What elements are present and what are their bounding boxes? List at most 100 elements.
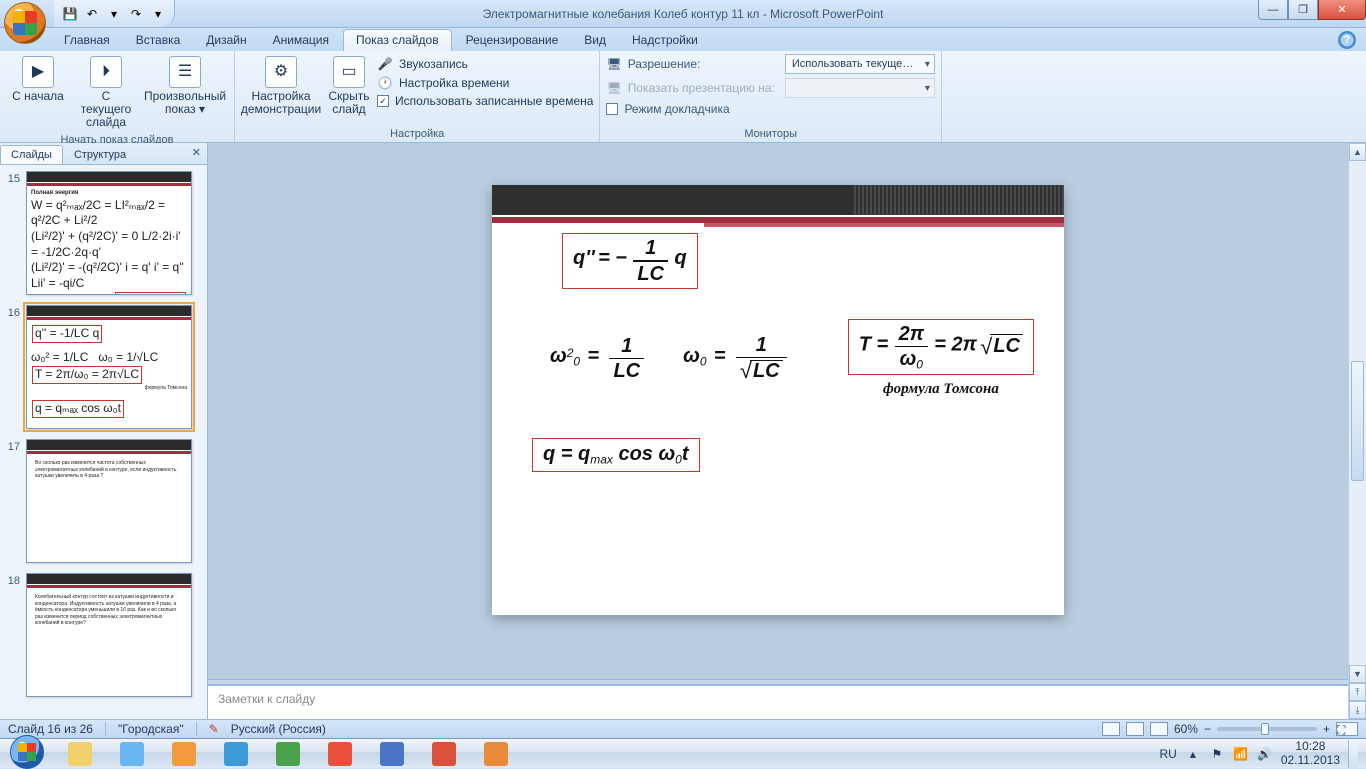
tab-addins[interactable]: Надстройки: [620, 30, 710, 51]
checkbox-icon[interactable]: [606, 103, 618, 115]
language-label[interactable]: Русский (Россия): [231, 722, 326, 736]
record-narration-button[interactable]: 🎤 Звукозапись: [377, 56, 593, 72]
tab-animation[interactable]: Анимация: [261, 30, 341, 51]
taskbar-app[interactable]: [367, 740, 417, 768]
zoom-knob[interactable]: [1261, 723, 1269, 735]
slide-number: 16: [2, 305, 20, 429]
vertical-scrollbar[interactable]: ▲ ▼ ⤒ ⤓: [1348, 143, 1366, 719]
undo-icon[interactable]: ↶: [84, 6, 100, 22]
tab-review[interactable]: Рецензирование: [454, 30, 571, 51]
tab-view[interactable]: Вид: [572, 30, 618, 51]
resolution-label: Разрешение:: [628, 57, 701, 71]
hide-slide-icon: ▭: [333, 56, 365, 88]
zoom-out-icon[interactable]: −: [1204, 722, 1211, 736]
thumb-text: (Li²/2)' = -(q²/2C)' i = q' i' = q'': [31, 260, 187, 276]
close-button[interactable]: ✕: [1318, 0, 1366, 20]
show-desktop-button[interactable]: [1348, 740, 1358, 768]
monitor-icon: 🖥: [606, 81, 621, 95]
from-beginning-button[interactable]: ▶ С начала: [6, 54, 70, 105]
zoom-label[interactable]: 60%: [1174, 722, 1198, 736]
taskbar-app[interactable]: [263, 740, 313, 768]
scroll-track[interactable]: [1349, 161, 1366, 665]
play-icon: ▶: [22, 56, 54, 88]
from-current-button[interactable]: ⏵ С текущего слайда: [74, 54, 138, 132]
slide-thumbnail[interactable]: Колебательный контур состоит из катушки …: [26, 573, 192, 697]
play-current-icon: ⏵: [90, 56, 122, 88]
time-label: 10:28: [1281, 740, 1340, 753]
save-icon[interactable]: 💾: [62, 6, 78, 22]
formula-box: q = qmax cos ω0t: [532, 438, 700, 471]
app-icon: [172, 742, 196, 766]
slideshow-view-button[interactable]: [1150, 722, 1168, 736]
current-slide[interactable]: q'' = − 1LC q ω20 = 1LC: [492, 185, 1064, 615]
formula: ω20 = 1LC: [550, 336, 647, 382]
slide-canvas[interactable]: q'' = − 1LC q ω20 = 1LC: [208, 143, 1348, 679]
custom-show-button[interactable]: ☰ Произвольный показ ▾: [142, 54, 228, 118]
zoom-slider[interactable]: [1217, 727, 1317, 731]
app-icon: [120, 742, 144, 766]
slide-thumbnail[interactable]: q'' = -1/LC q ω₀² = 1/LC ω₀ = 1/√LC T = …: [26, 305, 192, 429]
clock[interactable]: 10:28 02.11.2013: [1281, 740, 1340, 766]
maximize-button[interactable]: ❐: [1288, 0, 1318, 20]
tab-design[interactable]: Дизайн: [194, 30, 258, 51]
slide-thumbnail[interactable]: Во сколько раз изменится частота собстве…: [26, 439, 192, 563]
use-timings-checkbox[interactable]: ✓ Использовать записанные времена: [377, 94, 593, 108]
help-icon[interactable]: ?: [1338, 31, 1356, 49]
resolution-combo[interactable]: Использовать текуще…: [785, 54, 935, 74]
tab-home[interactable]: Главная: [52, 30, 122, 51]
start-button[interactable]: [0, 739, 54, 769]
thumbnail-list[interactable]: 15 Полная энергия W = q²ₘₐₓ/2C = LI²ₘₐₓ/…: [0, 165, 207, 719]
network-icon[interactable]: 📶: [1233, 746, 1249, 762]
custom-show-icon: ☰: [169, 56, 201, 88]
volume-icon[interactable]: 🔊: [1257, 746, 1273, 762]
taskbar-app[interactable]: [107, 740, 157, 768]
spellcheck-icon[interactable]: ✎: [209, 722, 219, 736]
app-icon: [328, 742, 352, 766]
chevron-down-icon[interactable]: ▾: [150, 6, 166, 22]
sorter-view-button[interactable]: [1126, 722, 1144, 736]
notes-pane[interactable]: Заметки к слайду: [208, 685, 1348, 719]
tray-chevron-icon[interactable]: ▴: [1185, 746, 1201, 762]
tab-slideshow[interactable]: Показ слайдов: [343, 29, 452, 51]
flag-icon[interactable]: ⚑: [1209, 746, 1225, 762]
scroll-down-icon[interactable]: ▼: [1349, 665, 1366, 683]
scroll-thumb[interactable]: [1351, 361, 1364, 481]
tab-outline[interactable]: Структура: [63, 145, 137, 164]
taskbar-app[interactable]: [159, 740, 209, 768]
next-slide-icon[interactable]: ⤓: [1349, 701, 1366, 719]
fit-window-button[interactable]: ⛶: [1336, 722, 1358, 736]
taskbar-app[interactable]: [211, 740, 261, 768]
app-icon: [380, 742, 404, 766]
prev-slide-icon[interactable]: ⤒: [1349, 683, 1366, 701]
app-icon: [276, 742, 300, 766]
office-button[interactable]: [4, 2, 46, 44]
normal-view-button[interactable]: [1102, 722, 1120, 736]
taskbar-app[interactable]: [471, 740, 521, 768]
rehearse-timings-button[interactable]: 🕐 Настройка времени: [377, 75, 593, 91]
button-label: Звукозапись: [399, 57, 468, 71]
lang-indicator[interactable]: RU: [1159, 747, 1176, 761]
workspace: Слайды Структура ✕ 15 Полная энергия W =…: [0, 143, 1366, 719]
taskbar-app[interactable]: [419, 740, 469, 768]
slide-area: q'' = − 1LC q ω20 = 1LC: [208, 143, 1348, 719]
thumbnail-row[interactable]: 15 Полная энергия W = q²ₘₐₓ/2C = LI²ₘₐₓ/…: [2, 171, 201, 295]
zoom-in-icon[interactable]: +: [1323, 722, 1330, 736]
close-panel-icon[interactable]: ✕: [192, 146, 201, 159]
tab-insert[interactable]: Вставка: [124, 30, 193, 51]
chevron-down-icon[interactable]: ▾: [106, 6, 122, 22]
tab-slides[interactable]: Слайды: [0, 145, 63, 164]
taskbar-app[interactable]: [55, 740, 105, 768]
minimize-button[interactable]: —: [1258, 0, 1288, 20]
redo-icon[interactable]: ↷: [128, 6, 144, 22]
window-title: Электромагнитные колебания Колеб контур …: [483, 7, 884, 21]
hide-slide-button[interactable]: ▭ Скрыть слайд: [325, 54, 373, 118]
thumbnail-row[interactable]: 17 Во сколько раз изменится частота собс…: [2, 439, 201, 563]
slide-thumbnail[interactable]: Полная энергия W = q²ₘₐₓ/2C = LI²ₘₐₓ/2 =…: [26, 171, 192, 295]
taskbar-app[interactable]: [315, 740, 365, 768]
taskbar-items: [54, 739, 522, 768]
thumbnail-row[interactable]: 16 q'' = -1/LC q ω₀² = 1/LC ω₀ = 1/√LC T…: [2, 305, 201, 429]
setup-show-button[interactable]: ⚙ Настройка демонстрации: [241, 54, 321, 118]
thumbnail-row[interactable]: 18 Колебательный контур состоит из катуш…: [2, 573, 201, 697]
thumb-text: ω₀ = 1/√LC: [98, 350, 158, 364]
scroll-up-icon[interactable]: ▲: [1349, 143, 1366, 161]
